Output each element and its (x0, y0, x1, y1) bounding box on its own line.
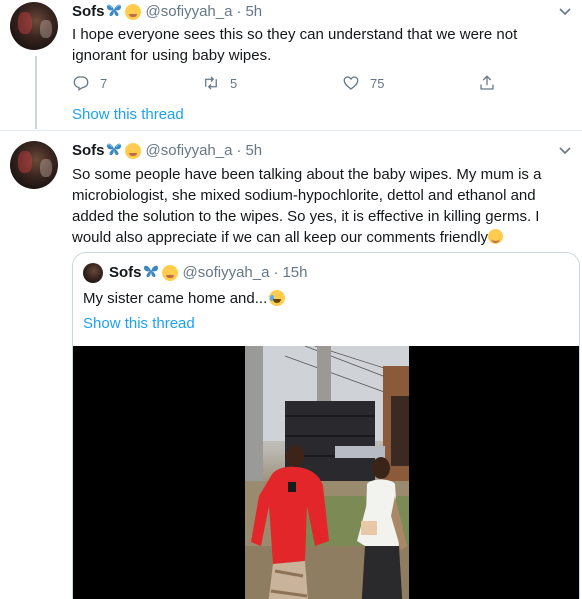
retweet-button[interactable]: 5 (202, 74, 237, 92)
reply-button[interactable]: 7 (72, 74, 107, 92)
avatar[interactable] (10, 2, 58, 50)
butterfly-emoji (106, 141, 122, 161)
heart-icon (343, 76, 359, 90)
video-player[interactable] (73, 346, 579, 599)
separator: · (236, 142, 242, 159)
share-button[interactable] (478, 74, 506, 92)
separator: · (236, 3, 242, 20)
retweet-count: 5 (230, 75, 238, 91)
share-icon (480, 75, 494, 90)
handle: @sofiyyah_a (182, 264, 270, 281)
zany-face-emoji (124, 4, 141, 20)
reply-count: 7 (100, 75, 108, 91)
smiling-face-emoji (488, 229, 504, 244)
timestamp: 15h (282, 264, 308, 281)
separator: · (273, 264, 279, 281)
quoted-tweet-header: Sofs @sofiyyah_a · 15h (109, 263, 308, 283)
display-name: Sofs (109, 264, 142, 281)
tweet-actions: 7 5 75 (72, 72, 512, 94)
tweet-header: Sofs @sofiyyah_a · 5h (72, 141, 262, 161)
handle[interactable]: @sofiyyah_a (146, 141, 233, 161)
thread-line (35, 56, 37, 129)
butterfly-emoji (143, 263, 159, 283)
avatar (83, 263, 103, 283)
quoted-tweet[interactable]: Sofs @sofiyyah_a · 15h My sister came ho… (72, 252, 580, 599)
timestamp[interactable]: 5h (245, 2, 262, 22)
show-thread-link[interactable]: Show this thread (83, 315, 195, 332)
timestamp[interactable]: 5h (245, 141, 262, 161)
zany-face-emoji (161, 265, 178, 281)
video-still (245, 346, 409, 599)
tweet[interactable]: Sofs @sofiyyah_a · 5h I hope everyone se… (0, 0, 582, 129)
reply-icon (73, 76, 89, 91)
retweet-icon (205, 76, 217, 90)
like-button[interactable]: 75 (342, 74, 384, 92)
like-count: 75 (370, 75, 385, 91)
quoted-tweet-text: My sister came home and... (83, 289, 286, 309)
avatar[interactable] (10, 141, 58, 189)
chevron-down-icon[interactable] (558, 143, 572, 157)
quoted-tweet-text-body: My sister came home and... (83, 290, 268, 307)
butterfly-emoji (106, 2, 122, 22)
tweet-text-body: So some people have been talking about t… (72, 166, 542, 246)
tweet-header: Sofs @sofiyyah_a · 5h (72, 2, 262, 22)
tears-of-joy-emoji (269, 290, 286, 306)
chevron-down-icon[interactable] (558, 4, 572, 18)
display-name[interactable]: Sofs (72, 141, 105, 161)
tweet-text: So some people have been talking about t… (72, 164, 562, 248)
tweet-text: I hope everyone sees this so they can un… (72, 26, 518, 64)
zany-face-emoji (124, 143, 141, 159)
handle[interactable]: @sofiyyah_a (146, 2, 233, 22)
show-thread-link[interactable]: Show this thread (72, 106, 184, 123)
display-name[interactable]: Sofs (72, 2, 105, 22)
video-frame (245, 346, 409, 599)
tweet[interactable]: Sofs @sofiyyah_a · 5h So some people hav… (0, 131, 582, 599)
